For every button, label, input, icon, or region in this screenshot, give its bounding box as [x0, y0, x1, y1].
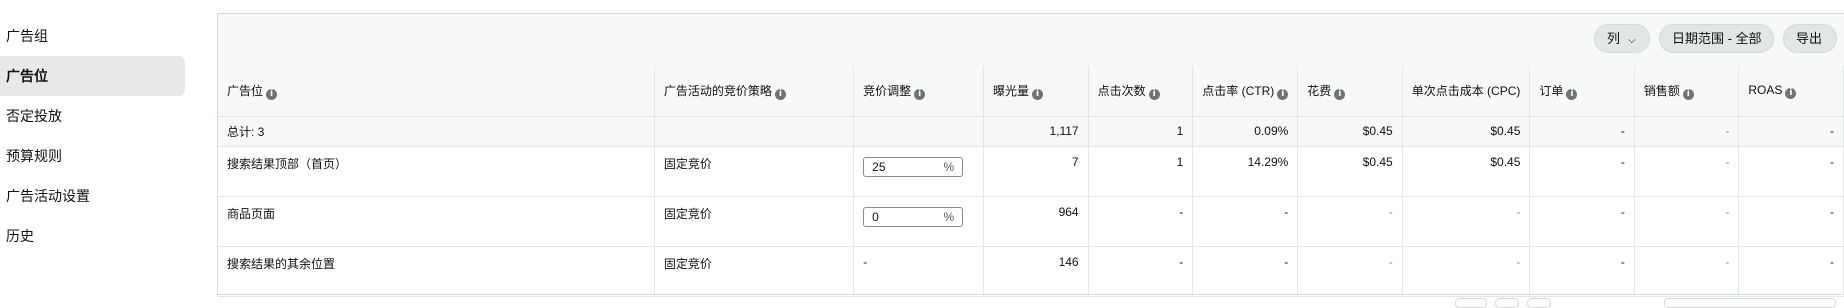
info-icon[interactable]: i	[1277, 88, 1289, 100]
placement-name: 搜索结果顶部（首页）	[218, 146, 655, 197]
sales: -	[1634, 196, 1740, 247]
placement-name: 搜索结果的其余位置	[218, 246, 655, 297]
column-header[interactable]: 竞价调整 i	[853, 66, 985, 117]
cpc: -	[1402, 196, 1531, 247]
info-icon[interactable]: i	[1334, 88, 1346, 100]
ctr: -	[1192, 246, 1299, 297]
info-icon[interactable]: i	[914, 88, 926, 100]
info-icon[interactable]: i	[1566, 88, 1578, 100]
table-total-row: 总计: 3 1,117 1 0.09% $0.45 $0.45 - - -	[218, 116, 1844, 147]
table-header-row: 广告位 i 广告活动的竞价策略 i 竞价调整 i 曝光量 i 点击次数 i 点击率 (CT…	[218, 66, 1844, 117]
clicks: -	[1088, 196, 1194, 247]
column-header[interactable]: 花费 i	[1297, 66, 1403, 117]
column-header[interactable]: 点击次数 i	[1088, 66, 1194, 117]
bid-adjustment-cell: 0 %	[853, 196, 985, 247]
roas: -	[1738, 246, 1844, 297]
sidebar-item-placements[interactable]: 广告位	[0, 56, 185, 96]
export-button[interactable]: 导出	[1783, 24, 1837, 53]
info-icon[interactable]: i	[1148, 88, 1160, 100]
table-toolbar: 列 ⌵ 日期范围 - 全部 导出	[218, 14, 1844, 67]
bid-strategy: 固定竞价	[654, 146, 855, 197]
date-range-button[interactable]: 日期范围 - 全部	[1659, 24, 1774, 53]
sales: -	[1634, 146, 1740, 197]
cpc: $0.45	[1402, 146, 1531, 197]
total-orders: -	[1529, 116, 1635, 147]
sidebar: 广告组 广告位 否定投放 预算规则 广告活动设置 历史	[0, 0, 200, 304]
sidebar-item-negative-targeting[interactable]: 否定投放	[0, 96, 185, 136]
table-row: 搜索结果的其余位置 固定竞价 - 146 - - - - - - -	[218, 246, 1844, 297]
sales: -	[1634, 246, 1740, 297]
info-icon[interactable]: i	[774, 88, 786, 100]
column-header[interactable]: 订单 i	[1529, 66, 1635, 117]
columns-dropdown-button[interactable]: 列 ⌵	[1594, 24, 1650, 53]
info-icon[interactable]: i	[1785, 87, 1797, 99]
total-impressions: 1,117	[983, 116, 1089, 147]
pagination-prev-button[interactable]	[1495, 298, 1519, 308]
pagination-control[interactable]	[1455, 298, 1487, 308]
impressions: 964	[983, 196, 1089, 247]
chevron-down-icon: ⌵	[1628, 35, 1636, 46]
column-header[interactable]: ROAS i	[1738, 66, 1844, 117]
pagination-next-button[interactable]	[1527, 298, 1551, 308]
clicks: -	[1088, 246, 1194, 297]
placements-panel: 列 ⌵ 日期范围 - 全部 导出 广告位 i 广告活动的竞价策略 i 竞价调整 i 曝光…	[217, 13, 1844, 297]
info-icon[interactable]: i	[1682, 88, 1694, 100]
bid-adjustment-value: -	[853, 246, 985, 297]
total-roas: -	[1738, 116, 1844, 147]
orders: -	[1529, 246, 1635, 297]
cpc: -	[1402, 246, 1531, 297]
column-header[interactable]: 广告位 i	[218, 66, 655, 117]
table-cell	[654, 116, 855, 147]
impressions: 7	[983, 146, 1089, 197]
orders: -	[1529, 196, 1635, 247]
placements-table: 广告位 i 广告活动的竞价策略 i 竞价调整 i 曝光量 i 点击次数 i 点击率 (CT…	[218, 66, 1844, 297]
spend: -	[1297, 196, 1403, 247]
table-row: 搜索结果顶部（首页） 固定竞价 25 % 7 1 14.29% $0.45 $0…	[218, 146, 1844, 197]
clicks: 1	[1088, 146, 1194, 197]
sidebar-item-budget-rules[interactable]: 预算规则	[0, 136, 185, 176]
column-header[interactable]: 曝光量 i	[983, 66, 1089, 117]
ctr: -	[1192, 196, 1299, 247]
column-header[interactable]: 点击率 (CTR) i	[1192, 66, 1299, 117]
spend: -	[1297, 246, 1403, 297]
placement-name: 商品页面	[218, 196, 655, 247]
table-row: 商品页面 固定竞价 0 % 964 - - - - - - -	[218, 196, 1844, 247]
results-per-page-select[interactable]	[1664, 298, 1836, 308]
bid-strategy: 固定竞价	[654, 246, 855, 297]
sidebar-item-history[interactable]: 历史	[0, 216, 185, 256]
total-spend: $0.45	[1297, 116, 1403, 147]
info-icon[interactable]: i	[1032, 88, 1044, 100]
total-sales: -	[1634, 116, 1740, 147]
column-header[interactable]: 广告活动的竞价策略 i	[654, 66, 855, 117]
total-ctr: 0.09%	[1192, 116, 1299, 147]
ctr: 14.29%	[1192, 146, 1299, 197]
column-header[interactable]: 单次点击成本 (CPC)	[1402, 66, 1531, 117]
column-header[interactable]: 销售额 i	[1634, 66, 1740, 117]
total-label: 总计: 3	[218, 116, 655, 147]
bid-adjustment-input[interactable]: 0 %	[863, 206, 964, 227]
sidebar-item-campaign-settings[interactable]: 广告活动设置	[0, 176, 185, 216]
roas: -	[1738, 146, 1844, 197]
bid-strategy: 固定竞价	[654, 196, 855, 247]
total-cpc: $0.45	[1402, 116, 1531, 147]
bid-adjustment-input[interactable]: 25 %	[863, 156, 964, 177]
total-clicks: 1	[1088, 116, 1194, 147]
orders: -	[1529, 146, 1635, 197]
impressions: 146	[983, 246, 1089, 297]
bid-adjustment-cell: 25 %	[853, 146, 985, 197]
table-cell	[853, 116, 985, 147]
roas: -	[1738, 196, 1844, 247]
info-icon[interactable]: i	[266, 88, 278, 100]
sidebar-item-ad-groups[interactable]: 广告组	[0, 16, 185, 56]
spend: $0.45	[1297, 146, 1403, 197]
columns-button-label: 列	[1607, 31, 1621, 46]
